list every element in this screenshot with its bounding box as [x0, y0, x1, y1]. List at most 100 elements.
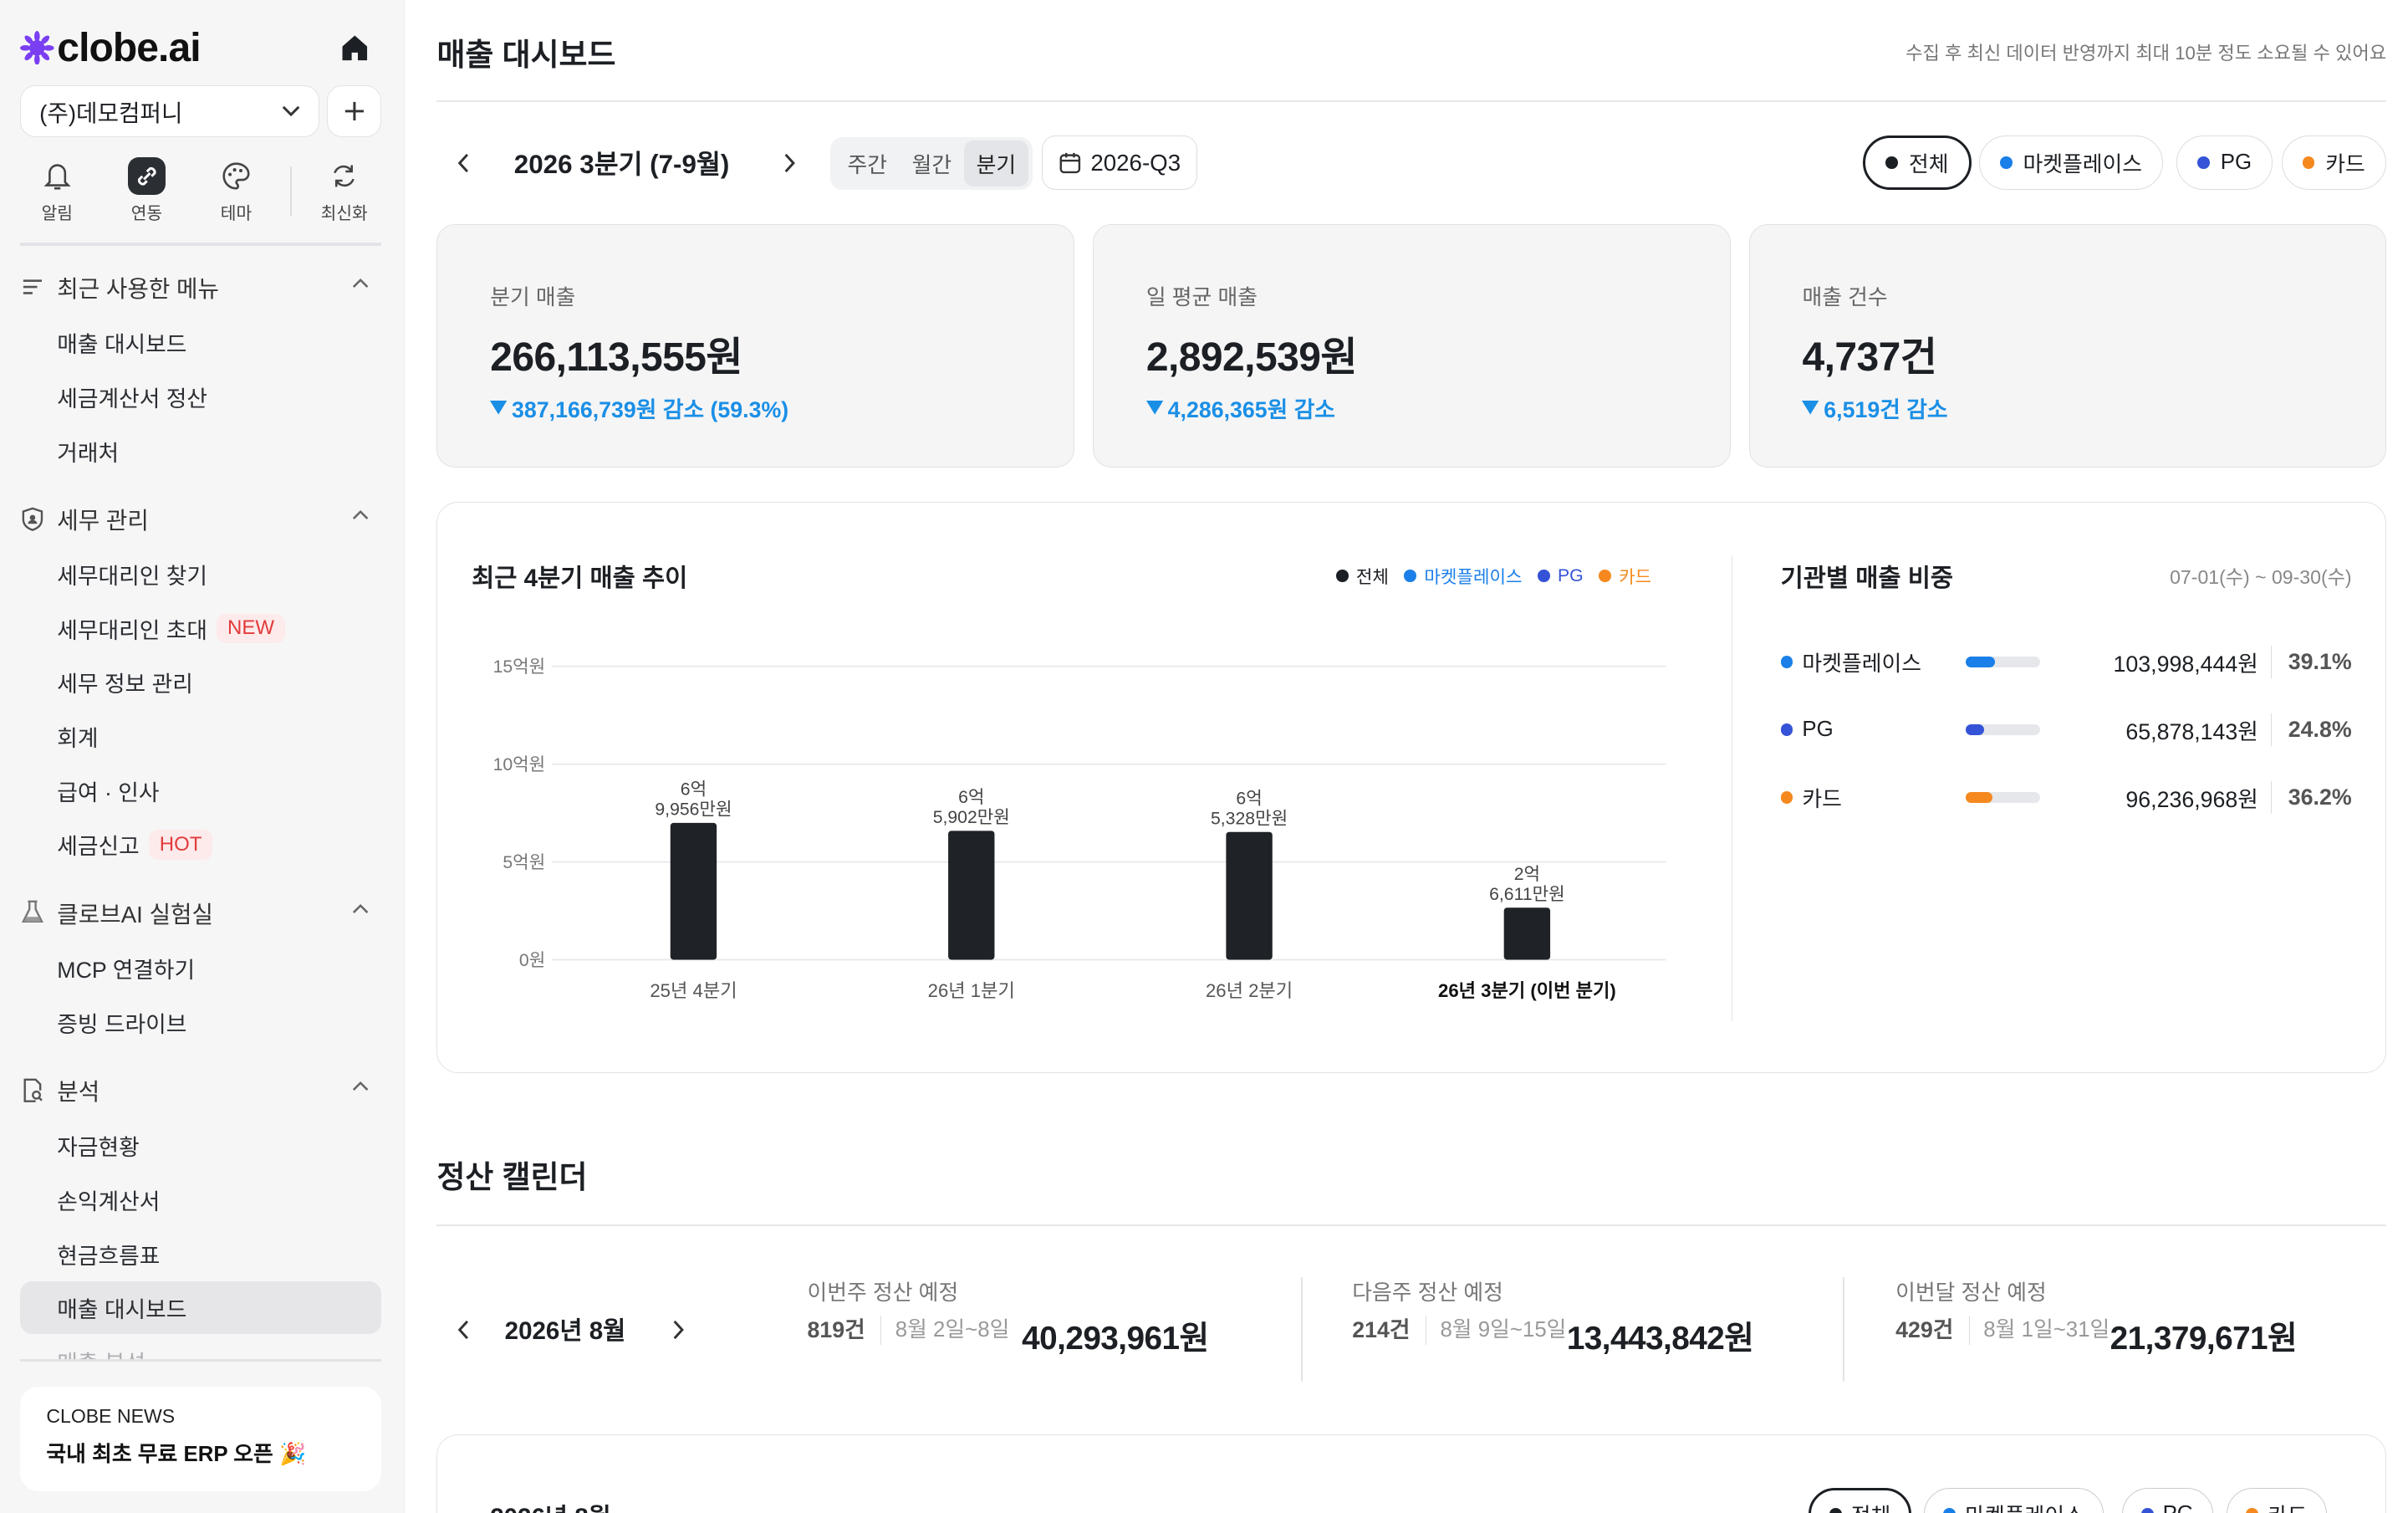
y-tick-label: 15억원	[493, 657, 546, 677]
metric-change: 4,286,365원 감소	[1145, 391, 1677, 424]
quick-link[interactable]: 연동	[108, 157, 185, 224]
sidebar-item-clients[interactable]: 거래처	[57, 434, 119, 468]
sidebar-item-sales-dashboard-recent[interactable]: 매출 대시보드	[57, 326, 186, 360]
filter-pg[interactable]: PG	[2176, 135, 2273, 191]
sidebar-item-find-agent[interactable]: 세무대리인 찾기	[57, 557, 207, 591]
card-dot-icon	[2246, 1507, 2259, 1513]
period-type-tabs: 주간 월간 분기	[830, 137, 1033, 191]
sidebar-item-funds[interactable]: 자금현황	[57, 1129, 139, 1163]
bar-value-label: 6억	[1237, 788, 1263, 808]
settlement-amount: 21,379,671원	[2110, 1321, 2298, 1357]
metric-value: 4,737건	[1802, 335, 1937, 380]
share-bar-fill	[1966, 723, 1985, 735]
tab-monthly[interactable]: 월간	[900, 141, 964, 187]
share-row-card: 카드 96,236,968원 36.2%	[1780, 780, 2352, 815]
share-name: PG	[1780, 717, 1967, 742]
section-title: 세무 관리	[57, 508, 149, 534]
metric-change: 6,519건 감소	[1802, 391, 2333, 424]
settlement-label: 이번주 정산 예정	[807, 1280, 959, 1305]
company-select[interactable]: (주)데모컴퍼니	[20, 84, 320, 138]
triangle-down-icon	[490, 401, 508, 415]
chevron-up-icon	[352, 279, 369, 289]
settlement-range: 8월 1일~31일	[1983, 1317, 2110, 1342]
y-tick-label: 10억원	[493, 754, 546, 774]
share-bar	[1966, 656, 2040, 667]
all-dot-icon	[1829, 1507, 1842, 1513]
tab-quarterly[interactable]: 분기	[963, 140, 1028, 187]
bar-value-label: 6억	[959, 787, 985, 807]
share-row-pg: PG 65,878,143원 24.8%	[1780, 713, 2352, 747]
metric-change: 387,166,739원 감소 (59.3%)	[490, 391, 1021, 424]
logo[interactable]: clobe.ai	[20, 25, 202, 71]
quick-label: 테마	[220, 205, 253, 224]
sidebar-item-tax-info[interactable]: 세무 정보 관리	[57, 666, 193, 700]
section-analysis[interactable]: 분석	[20, 1073, 381, 1107]
share-amount: 65,878,143원	[2055, 713, 2272, 746]
quick-alarm[interactable]: 알림	[18, 157, 95, 224]
date-picker-button[interactable]: 2026-Q3	[1042, 135, 1197, 191]
settlement-amount: 13,443,842원	[1566, 1321, 1754, 1357]
share-pct: 36.2%	[2288, 785, 2352, 810]
sidebar-item-income-statement[interactable]: 손익계산서	[57, 1183, 160, 1217]
chevron-down-icon	[282, 105, 300, 116]
quick-label: 알림	[41, 205, 73, 224]
metric-card-quarter-sales: 분기 매출 266,113,555원 387,166,739원 감소 (59.3…	[436, 223, 1074, 468]
logo-mark-icon	[20, 30, 54, 65]
shield-icon	[20, 507, 45, 532]
filter-all[interactable]: 전체	[1863, 135, 1972, 191]
home-icon[interactable]	[338, 31, 372, 65]
y-tick-label: 5억원	[503, 852, 546, 872]
share-name-label: PG	[1802, 717, 1834, 741]
calendar-filter-all[interactable]: 전체	[1808, 1487, 1912, 1513]
calendar-filter-pg[interactable]: PG	[2121, 1487, 2214, 1513]
filter-marketplace[interactable]: 마켓플레이스	[1978, 135, 2164, 191]
document-search-icon	[20, 1078, 45, 1103]
quick-refresh[interactable]: 최신화	[306, 157, 383, 224]
calendar-filter-marketplace[interactable]: 마켓플레이스	[1924, 1487, 2104, 1513]
settlement-label: 이번달 정산 예정	[1895, 1280, 2047, 1305]
period-label: 2026 3분기 (7-9월)	[513, 149, 730, 179]
all-dot-icon	[1885, 156, 1899, 170]
next-period-icon[interactable]	[783, 153, 797, 173]
calendar-filter-card[interactable]: 카드	[2227, 1487, 2327, 1513]
date-value: 2026-Q3	[1090, 149, 1181, 176]
metric-value: 2,892,539원	[1145, 335, 1358, 380]
main-content: 매출 대시보드 수집 후 최신 데이터 반영까지 최대 10분 정도 소요될 수…	[436, 0, 2387, 1513]
news-card[interactable]: CLOBE NEWS 국내 최초 무료 ERP 오픈 🎉	[20, 1386, 381, 1492]
sidebar-item-tax-invoice[interactable]: 세금계산서 정산	[57, 380, 207, 414]
sidebar-item-cash-flow[interactable]: 현금흐름표	[57, 1237, 160, 1271]
share-bar-fill	[1966, 656, 1995, 667]
prev-period-icon[interactable]	[457, 153, 471, 173]
company-name: (주)데모컴퍼니	[39, 100, 183, 126]
next-month-icon[interactable]	[671, 1320, 686, 1340]
sidebar-item-accounting[interactable]: 회계	[57, 719, 98, 754]
section-tax[interactable]: 세무 관리	[20, 502, 381, 536]
prev-month-icon[interactable]	[457, 1320, 471, 1340]
share-amount: 103,998,444원	[2055, 645, 2272, 678]
tab-weekly[interactable]: 주간	[835, 141, 900, 187]
news-label: CLOBE NEWS	[46, 1404, 176, 1427]
pg-dot-icon	[2197, 156, 2210, 170]
filter-label: 마켓플레이스	[1965, 1499, 2084, 1513]
calendar-title: 정산 캘린더	[436, 1160, 588, 1195]
filter-card[interactable]: 카드	[2281, 135, 2386, 191]
sidebar-item-payroll[interactable]: 급여 · 인사	[57, 774, 159, 808]
add-company-button[interactable]	[327, 84, 381, 138]
settlement-divider	[1301, 1276, 1303, 1383]
pg-dot-icon	[1780, 723, 1793, 736]
section-lab[interactable]: 클로브AI 실험실	[20, 896, 381, 930]
sidebar-item-mcp[interactable]: MCP 연결하기	[57, 951, 195, 985]
triangle-down-icon	[1802, 401, 1819, 415]
filter-label: 마켓플레이스	[2023, 153, 2143, 177]
section-recent[interactable]: 최근 사용한 메뉴	[20, 270, 381, 304]
share-name: 카드	[1780, 782, 1967, 813]
sidebar-item-sales-dashboard[interactable]: 매출 대시보드	[57, 1291, 186, 1325]
quick-theme[interactable]: 테마	[197, 157, 274, 224]
sidebar-item-tax-report[interactable]: 세금신고 HOT	[57, 828, 213, 862]
sidebar-item-invite-agent[interactable]: 세무대리인 초대 NEW	[57, 611, 285, 646]
sidebar-item-evidence-drive[interactable]: 증빙 드라이브	[57, 1005, 186, 1040]
palette-icon	[217, 157, 254, 194]
share-row-marketplace: 마켓플레이스 103,998,444원 39.1%	[1780, 645, 2352, 679]
section-title: 클로브AI 실험실	[57, 902, 213, 928]
filter-label: 전체	[1851, 1499, 1891, 1513]
